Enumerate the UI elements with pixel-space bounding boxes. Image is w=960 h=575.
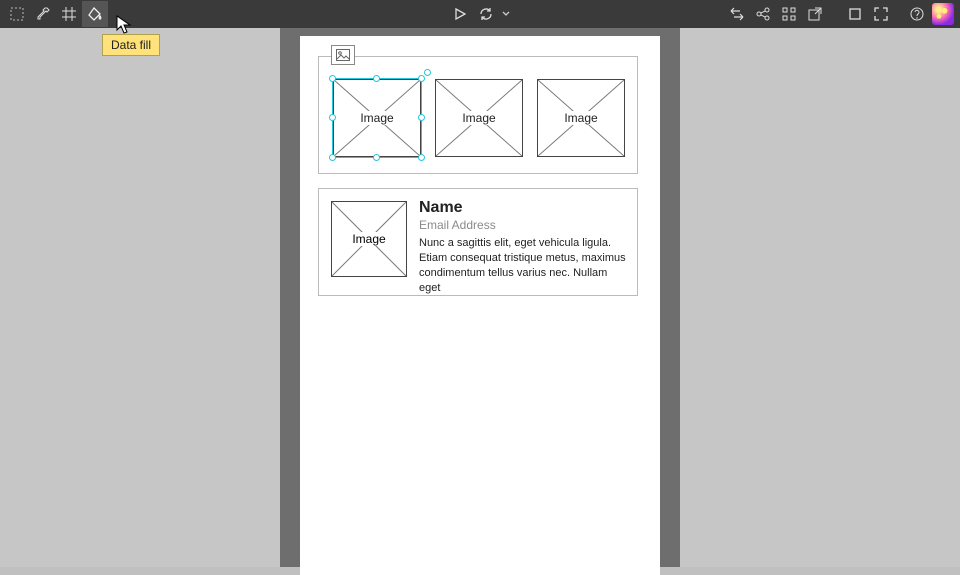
toolbar-right-group: [724, 0, 956, 28]
card-image-label: Image: [350, 232, 387, 246]
share-button[interactable]: [750, 1, 776, 27]
card-body-text: Nunc a sagittis elit, eget vehicula ligu…: [419, 236, 627, 295]
help-icon: [909, 6, 925, 22]
sync-button[interactable]: [473, 1, 499, 27]
eyedropper-icon: [35, 6, 51, 22]
contact-card-panel[interactable]: Image Name Email Address Nunc a sagittis…: [318, 188, 638, 296]
select-tool-button[interactable]: [4, 1, 30, 27]
fullscreen-icon: [873, 6, 889, 22]
paint-bucket-icon: [87, 6, 103, 22]
image-icon: [336, 49, 350, 61]
card-text-block: Name Email Address Nunc a sagittis elit,…: [419, 199, 627, 295]
apps-button[interactable]: [776, 1, 802, 27]
square-icon: [847, 6, 863, 22]
image-placeholder-label: Image: [358, 111, 395, 125]
top-toolbar: [0, 0, 960, 28]
sync-icon: [478, 6, 494, 22]
image-placeholder[interactable]: Image: [333, 79, 421, 157]
play-button[interactable]: [447, 1, 473, 27]
image-widget-badge[interactable]: [331, 45, 355, 65]
grid-tool-button[interactable]: [56, 1, 82, 27]
tooltip: Data fill: [102, 34, 160, 56]
workspace[interactable]: Image Image: [0, 28, 960, 567]
export-icon: [729, 6, 745, 22]
toolbar-center-group: [447, 0, 513, 28]
image-row-panel[interactable]: Image Image: [318, 56, 638, 174]
help-button[interactable]: [904, 1, 930, 27]
grid-icon: [61, 6, 77, 22]
apps-grid-icon: [781, 6, 797, 22]
fullscreen-button[interactable]: [868, 1, 894, 27]
sync-dropdown-button[interactable]: [499, 1, 513, 27]
play-icon: [453, 7, 467, 21]
page-frame: Image Image: [280, 28, 680, 567]
open-external-icon: [807, 6, 823, 22]
selection-box-icon: [9, 6, 25, 22]
image-placeholder-label: Image: [562, 111, 599, 125]
eyedropper-tool-button[interactable]: [30, 1, 56, 27]
user-avatar-button[interactable]: [930, 1, 956, 27]
card-image-placeholder[interactable]: Image: [331, 201, 407, 277]
fit-view-button[interactable]: [842, 1, 868, 27]
card-email-label: Email Address: [419, 218, 627, 232]
rotate-handle[interactable]: [424, 69, 431, 76]
canvas-page[interactable]: Image Image: [300, 36, 660, 575]
data-fill-tool-button[interactable]: [82, 1, 108, 27]
card-name-label: Name: [419, 199, 627, 217]
toolbar-left-group: [4, 0, 108, 28]
image-placeholder-label: Image: [460, 111, 497, 125]
open-external-button[interactable]: [802, 1, 828, 27]
export-button[interactable]: [724, 1, 750, 27]
image-placeholder[interactable]: Image: [435, 79, 523, 157]
image-placeholder[interactable]: Image: [537, 79, 625, 157]
avatar-icon: [932, 3, 954, 25]
chevron-down-icon: [502, 10, 510, 18]
share-icon: [755, 6, 771, 22]
